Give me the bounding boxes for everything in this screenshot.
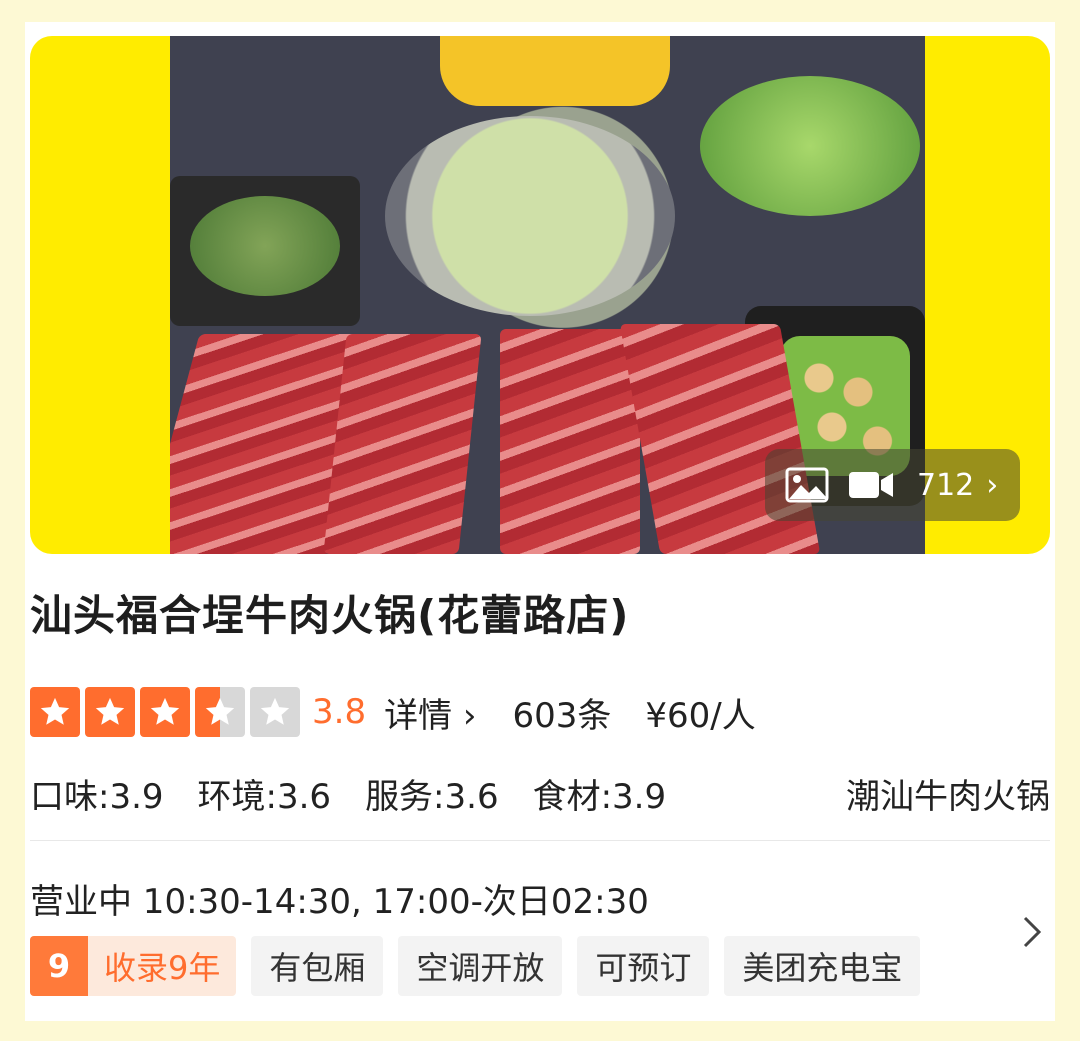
media-gallery-button[interactable]: 712 › xyxy=(765,449,1020,521)
tag-listed-years: 9 收录9年 xyxy=(30,936,237,996)
review-count[interactable]: 603条 xyxy=(512,688,611,737)
avg-price: ¥60/人 xyxy=(645,695,756,736)
beef-plate-2 xyxy=(323,334,482,554)
rating-detail-link[interactable]: 详情 › xyxy=(384,688,476,737)
service-score: 服务:3.6 xyxy=(365,777,499,817)
tag-label: 收录9年 xyxy=(104,949,221,987)
years-badge-icon: 9 xyxy=(30,936,88,996)
tag-reservable: 可预订 xyxy=(577,936,710,996)
media-count: 712 xyxy=(917,467,975,503)
image-icon xyxy=(785,467,829,503)
star-rating xyxy=(30,687,300,737)
tag-air-conditioning: 空调开放 xyxy=(398,936,563,996)
feature-tags[interactable]: 9 收录9年 有包厢 空调开放 可预订 美团充电宝 xyxy=(30,936,921,996)
rating-row: 3.8 详情 › 603条 ¥60/人 xyxy=(30,687,756,737)
video-camera-icon xyxy=(847,468,895,502)
half-star-icon xyxy=(195,687,245,737)
star-icon xyxy=(30,687,80,737)
ingredients-score: 食材:3.9 xyxy=(532,777,667,817)
divider xyxy=(30,840,1050,841)
greens xyxy=(190,196,340,296)
beef-plate-3 xyxy=(500,329,640,554)
subscore-row: 口味:3.9 环境:3.6 服务:3.6 食材:3.9 潮汕牛肉火锅 xyxy=(30,769,1050,818)
chevron-right-icon[interactable] xyxy=(1021,912,1045,962)
shop-card: 712 › 汕头福合埕牛肉火锅(花蕾路店) 3.8 详情 › 603条 ¥60/… xyxy=(25,22,1055,1021)
hero-banner[interactable]: 712 › xyxy=(30,36,1050,554)
shop-name: 汕头福合埕牛肉火锅(花蕾路店) xyxy=(30,591,630,640)
rating-score: 3.8 xyxy=(312,692,367,732)
tag-power-bank: 美团充电宝 xyxy=(724,936,921,996)
cuisine-category[interactable]: 潮汕牛肉火锅 xyxy=(846,769,1050,818)
taste-score: 口味:3.9 xyxy=(30,777,164,817)
lettuce xyxy=(700,76,920,216)
environment-score: 环境:3.6 xyxy=(197,777,332,817)
tofu-skin xyxy=(440,36,670,106)
hot-pot xyxy=(385,116,675,316)
star-icon xyxy=(85,687,135,737)
tag-private-room: 有包厢 xyxy=(251,936,384,996)
empty-star-icon xyxy=(250,687,300,737)
business-hours[interactable]: 营业中 10:30-14:30, 17:00-次日02:30 xyxy=(30,874,649,923)
chevron-right-icon: › xyxy=(986,467,999,503)
star-icon xyxy=(140,687,190,737)
